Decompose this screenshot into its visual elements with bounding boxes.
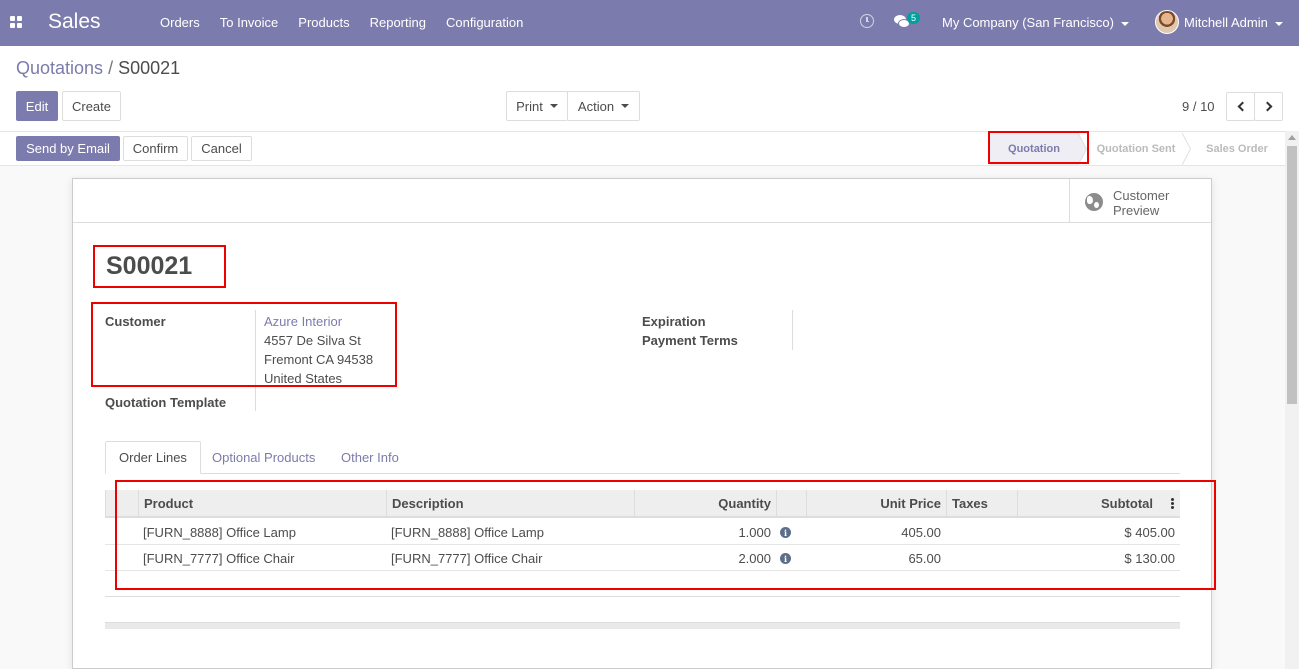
quotation-template-label: Quotation Template bbox=[105, 395, 227, 410]
menu-reporting[interactable]: Reporting bbox=[360, 15, 436, 30]
totals-separator bbox=[105, 622, 1180, 629]
pager-next-button[interactable] bbox=[1254, 92, 1283, 121]
main-menu: Orders To Invoice Products Reporting Con… bbox=[150, 15, 533, 30]
tab-other-info[interactable]: Other Info bbox=[328, 441, 412, 474]
confirm-button[interactable]: Confirm bbox=[123, 136, 188, 161]
breadcrumb-quotations[interactable]: Quotations bbox=[16, 58, 103, 78]
chevron-down-icon bbox=[549, 104, 558, 108]
chevron-down-icon bbox=[1120, 21, 1129, 26]
smart-button-box: Customer Preview bbox=[73, 179, 1211, 223]
chevron-left-icon bbox=[1237, 101, 1247, 112]
create-button[interactable]: Create bbox=[62, 91, 121, 121]
annotation-box bbox=[988, 131, 1089, 164]
stage-sales-order[interactable]: Sales Order bbox=[1195, 132, 1279, 165]
pager-previous-button[interactable] bbox=[1226, 92, 1255, 121]
breadcrumb-separator: / bbox=[108, 58, 114, 78]
send-by-email-button[interactable]: Send by Email bbox=[16, 136, 120, 161]
customer-preview-button[interactable]: Customer Preview bbox=[1069, 179, 1211, 223]
user-menu[interactable]: Mitchell Admin bbox=[1184, 15, 1283, 30]
expiration-label: Expiration bbox=[642, 314, 706, 329]
preview-line-2: Preview bbox=[1113, 203, 1160, 218]
tab-optional-products[interactable]: Optional Products bbox=[199, 441, 328, 474]
preview-line-1: Customer bbox=[1113, 188, 1170, 203]
page-scrollbar[interactable] bbox=[1285, 131, 1299, 669]
globe-icon bbox=[1085, 193, 1103, 211]
menu-orders[interactable]: Orders bbox=[150, 15, 210, 30]
top-navbar: Sales Orders To Invoice Products Reporti… bbox=[0, 0, 1299, 46]
stage-arrow bbox=[1181, 132, 1190, 166]
user-name: Mitchell Admin bbox=[1184, 15, 1268, 30]
breadcrumb-current: S00021 bbox=[118, 58, 181, 78]
table-footer-line bbox=[105, 596, 1180, 597]
chevron-down-icon bbox=[621, 104, 630, 108]
annotation-box bbox=[93, 245, 226, 288]
annotation-box bbox=[91, 302, 397, 387]
action-label: Action bbox=[577, 98, 615, 114]
action-dropdown[interactable]: Action bbox=[567, 91, 640, 121]
tab-order-lines[interactable]: Order Lines bbox=[105, 441, 201, 474]
pager-value[interactable]: 9 / 10 bbox=[1182, 99, 1215, 114]
company-switcher[interactable]: My Company (San Francisco) bbox=[942, 15, 1129, 30]
status-bar: Send by Email Confirm Cancel Quotation Q… bbox=[0, 131, 1299, 166]
edit-button[interactable]: Edit bbox=[16, 91, 58, 121]
customer-preview-label: Customer Preview bbox=[1113, 188, 1169, 218]
user-avatar[interactable] bbox=[1155, 10, 1179, 34]
chevron-down-icon bbox=[1274, 21, 1283, 26]
chevron-right-icon bbox=[1262, 101, 1272, 112]
payment-terms-label: Payment Terms bbox=[642, 333, 738, 348]
app-name[interactable]: Sales bbox=[48, 10, 101, 34]
field-divider bbox=[792, 310, 793, 350]
menu-products[interactable]: Products bbox=[288, 15, 359, 30]
print-label: Print bbox=[516, 98, 543, 114]
menu-to-invoice[interactable]: To Invoice bbox=[210, 15, 289, 30]
messages-badge: 5 bbox=[907, 12, 921, 24]
cancel-button[interactable]: Cancel bbox=[191, 136, 252, 161]
form-sheet: Customer Preview S00021 Customer Azure I… bbox=[72, 178, 1212, 669]
scroll-up-arrow-icon[interactable] bbox=[1288, 135, 1296, 140]
annotation-box bbox=[115, 480, 1216, 590]
activities-clock-icon[interactable] bbox=[860, 14, 874, 28]
menu-configuration[interactable]: Configuration bbox=[436, 15, 533, 30]
print-dropdown[interactable]: Print bbox=[506, 91, 568, 121]
apps-menu-icon[interactable] bbox=[10, 16, 22, 28]
scrollbar-thumb[interactable] bbox=[1287, 146, 1297, 404]
stage-quotation-sent[interactable]: Quotation Sent bbox=[1090, 132, 1182, 165]
company-name: My Company (San Francisco) bbox=[942, 15, 1114, 30]
breadcrumb: Quotations / S00021 bbox=[16, 58, 180, 79]
